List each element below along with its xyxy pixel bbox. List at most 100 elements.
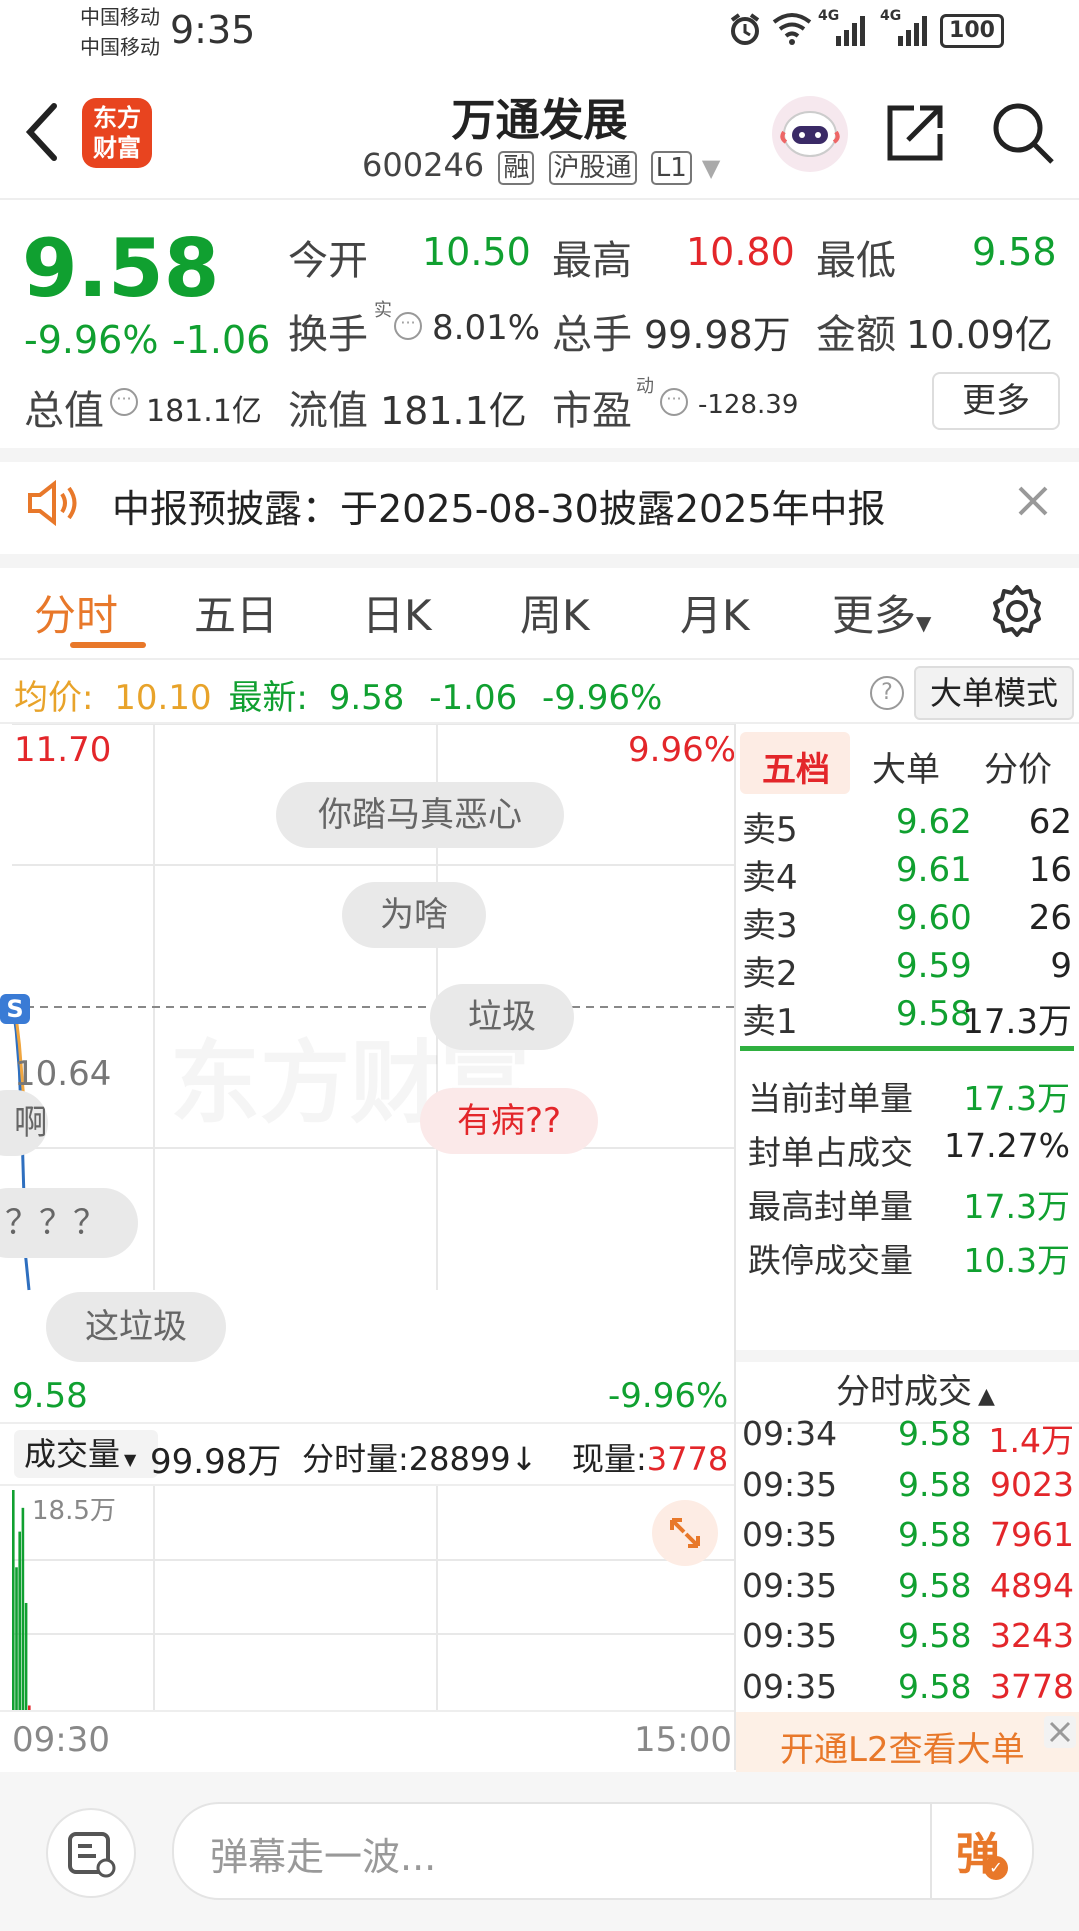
low-value: 9.58	[972, 230, 1057, 274]
danmaku-input[interactable]: 弹幕走一波... 弹 ✓	[172, 1802, 1034, 1900]
ask-row[interactable]: 卖2 9.59 9	[742, 944, 1076, 994]
tab-price-dist[interactable]: 分价	[984, 742, 1052, 791]
time-axis-start: 09:30	[12, 1720, 110, 1760]
float-value: 181.1亿	[380, 389, 527, 433]
mktcap-value: 181.1亿	[146, 394, 262, 429]
low-label: 最低	[816, 238, 896, 284]
volume-chart[interactable]	[12, 1486, 734, 1710]
expand-icon[interactable]	[652, 1500, 718, 1566]
volume-max-label: 18.5万	[32, 1496, 116, 1526]
volume-label: 总手	[552, 312, 632, 358]
ask-qty: 26	[1028, 898, 1072, 938]
tab-daily-k[interactable]: 日K	[362, 582, 432, 643]
danmaku-bubble[interactable]: 有病??	[420, 1088, 598, 1154]
stat-label: 跌停成交量	[748, 1241, 913, 1280]
notice-text[interactable]: 中报预披露：于2025-08-30披露2025年中报	[112, 478, 886, 533]
danmaku-bubble[interactable]: 你踏马真恶心	[276, 782, 564, 848]
carrier-2: 中国移动	[80, 35, 160, 59]
tick-time: 09:35	[742, 1616, 838, 1655]
l2-banner[interactable]: 开通L2查看大单	[736, 1712, 1079, 1772]
danmaku-bubble[interactable]: ？？？	[0, 1188, 138, 1258]
float-label: 流值	[288, 388, 368, 434]
tab-underline	[70, 642, 146, 648]
connect-tag: 沪股通	[548, 151, 637, 185]
tick-time: 09:35	[742, 1666, 838, 1706]
volume-indicator-label: 成交量	[24, 1435, 121, 1473]
tick-row: 09:35 9.58 7961	[742, 1515, 1074, 1566]
alarm-icon	[728, 12, 762, 50]
ask-qty: 16	[1028, 850, 1072, 890]
seal-stats: 当前封单量 17.3万 封单占成交 17.27% 最高封单量 17.3万 跌停成…	[748, 1072, 1070, 1288]
danmaku-settings-icon[interactable]	[46, 1808, 136, 1898]
amount-value: 10.09亿	[906, 313, 1053, 357]
carrier-1: 中国移动	[80, 5, 160, 29]
tab-timeshare[interactable]: 分时	[34, 582, 118, 643]
tab-big-orders[interactable]: 大单	[872, 742, 940, 791]
danmaku-bubble[interactable]: 这垃圾	[46, 1292, 226, 1362]
y-bottom-price: 9.58	[12, 1376, 88, 1416]
ask-row[interactable]: 卖4 9.61 16	[742, 848, 1076, 898]
more-dots-icon[interactable]: ···	[660, 388, 688, 416]
tab-monthly-k[interactable]: 月K	[680, 582, 750, 643]
volume-indicator-select[interactable]: 成交量 ▼	[14, 1430, 158, 1478]
stat-label: 最高封单量	[748, 1187, 913, 1226]
stock-code-row[interactable]: 600246 融 沪股通 L1 ▼	[362, 146, 720, 185]
header-divider	[0, 198, 1079, 200]
more-button[interactable]: 更多	[932, 372, 1060, 430]
search-icon[interactable]	[990, 100, 1056, 170]
danmaku-bubble[interactable]: 垃圾	[430, 984, 574, 1050]
latest-value: 9.58	[328, 678, 405, 718]
chevron-down-icon: ▼	[124, 1450, 137, 1469]
ask-price: 9.58	[896, 994, 972, 1034]
tick-time: 09:35	[742, 1464, 838, 1504]
axis-divider	[0, 1710, 736, 1712]
close-icon[interactable]	[1016, 484, 1050, 522]
y-mid-price: 10.64	[14, 1054, 112, 1094]
big-order-mode-button[interactable]: 大单模式	[914, 666, 1074, 720]
tab-more-label: 更多	[832, 591, 917, 640]
stat-row: 封单占成交 17.27%	[748, 1126, 1070, 1180]
tab-five-day[interactable]: 五日	[194, 582, 278, 643]
tabs-divider	[0, 658, 1079, 660]
stock-code: 600246	[362, 146, 485, 184]
ask-label: 卖2	[742, 954, 798, 994]
panel-divider	[734, 724, 736, 1770]
tick-row: 09:35 9.58 9023	[742, 1465, 1074, 1516]
time-volume: 分时量:28899↓	[302, 1434, 537, 1480]
current-volume-label: 现量:	[572, 1440, 647, 1478]
tick-volume: 3243	[990, 1616, 1074, 1655]
section-divider	[0, 554, 1079, 568]
ticks-header[interactable]: 分时成交 ▲	[836, 1364, 995, 1413]
more-dots-icon[interactable]: ···	[110, 388, 138, 416]
banner-close-icon[interactable]	[1044, 1716, 1076, 1748]
ask-label: 卖3	[742, 906, 798, 946]
volume-bar	[18, 1531, 21, 1710]
tick-price: 9.58	[898, 1666, 972, 1706]
ask-row[interactable]: 卖3 9.60 26	[742, 896, 1076, 946]
volume-total: 99.98万	[150, 1442, 282, 1482]
ask-row[interactable]: 卖5 9.62 62	[742, 800, 1076, 850]
sell-marker[interactable]: S	[0, 994, 30, 1024]
share-icon[interactable]	[884, 102, 946, 168]
more-dots-icon[interactable]: ···	[394, 312, 422, 340]
tab-weekly-k[interactable]: 周K	[520, 582, 590, 643]
latest-change: -1.06	[429, 678, 518, 718]
tick-price: 9.58	[898, 1414, 972, 1453]
tick-time: 09:35	[742, 1515, 838, 1554]
settings-gear-icon[interactable]	[990, 584, 1044, 642]
volume-bar	[15, 1567, 18, 1710]
time-volume-label: 分时量:	[302, 1440, 409, 1478]
tick-time: 09:35	[742, 1565, 838, 1605]
tab-more[interactable]: 更多▼	[832, 582, 931, 643]
volume-bar	[24, 1602, 28, 1710]
ask-row[interactable]: 卖1 9.58 17.3万	[742, 992, 1076, 1042]
tab-five-levels[interactable]: 五档	[762, 742, 830, 791]
robot-avatar-icon[interactable]	[772, 96, 848, 172]
time-volume-value: 28899	[408, 1440, 511, 1478]
chevron-down-icon: ▼	[916, 611, 932, 635]
tick-volume: 4894	[990, 1565, 1074, 1605]
danmaku-bubble[interactable]: 为啥	[342, 882, 486, 948]
help-icon[interactable]: ?	[870, 676, 904, 710]
stat-value: 17.3万	[963, 1187, 1070, 1226]
turnover-label: 换手	[288, 312, 368, 358]
